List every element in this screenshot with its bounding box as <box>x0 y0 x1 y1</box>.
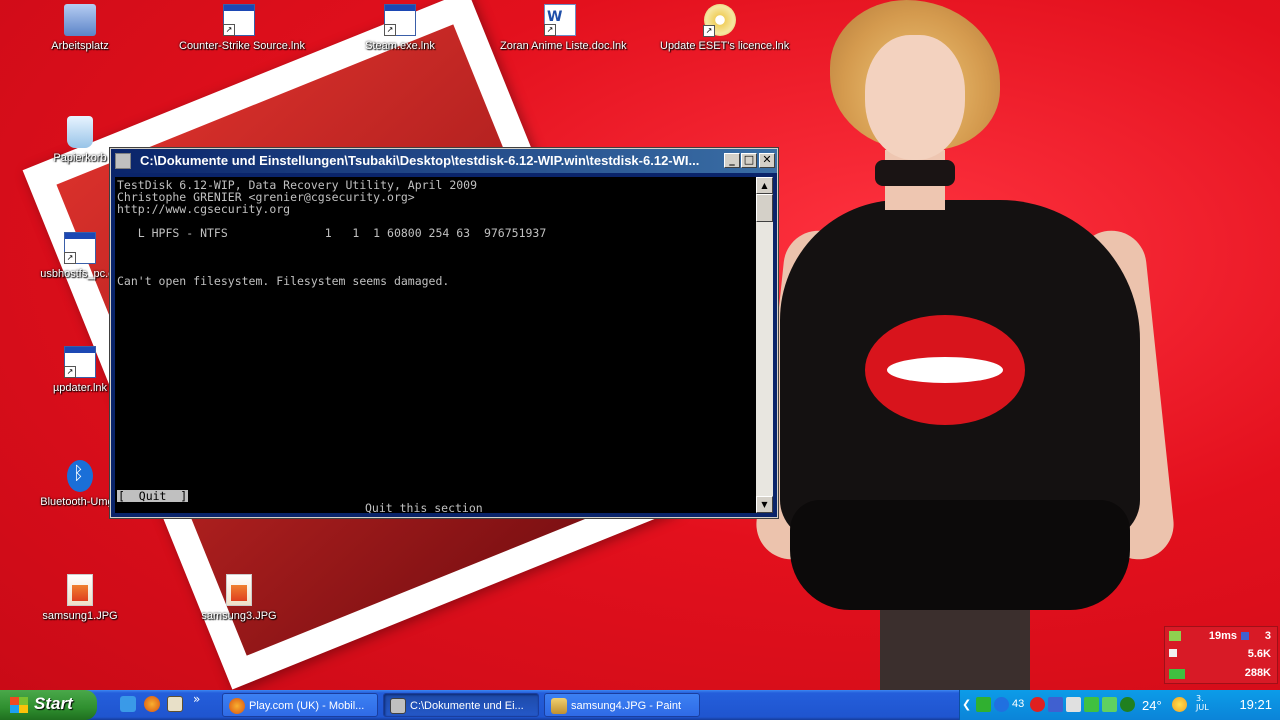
jpg-image-icon <box>226 574 252 606</box>
word-document-icon: ↗ <box>544 4 576 36</box>
wallpaper-figure-face <box>865 35 965 160</box>
wallpaper-figure-choker <box>875 160 955 186</box>
paint-icon <box>551 698 567 714</box>
wallpaper-figure-skirt <box>790 500 1130 610</box>
task-label: samsung4.JPG - Paint <box>571 700 682 712</box>
console-status-line: Quit this section <box>365 501 483 515</box>
quick-launch-overflow[interactable]: » <box>193 692 200 706</box>
wallpaper-figure <box>752 0 1178 690</box>
taskbar: Start » Play.com (UK) - Mobil... C:\Doku… <box>0 690 1280 720</box>
windows-logo-icon <box>10 697 28 713</box>
recycle-bin-icon <box>67 116 93 148</box>
tray-temperature: 43 <box>1012 698 1025 710</box>
shortcut-arrow-icon: ↗ <box>384 24 396 36</box>
console-client-area[interactable]: TestDisk 6.12-WIP, Data Recovery Utility… <box>115 177 757 515</box>
task-label: C:\Dokumente und Ei... <box>410 700 524 712</box>
desktop-icon-samsung3[interactable]: samsung3.JPG <box>179 574 299 622</box>
desktop-icon-label: Zoran Anime Liste.doc.lnk <box>500 40 627 52</box>
shortcut-icon: ↗ <box>384 4 416 36</box>
start-label: Start <box>34 694 73 713</box>
task-firefox[interactable]: Play.com (UK) - Mobil... <box>222 693 378 717</box>
vertical-scrollbar[interactable]: ▲ ▼ <box>756 177 773 513</box>
monitor-count: 3 <box>1264 630 1271 642</box>
tray-gpu-icon[interactable] <box>1120 697 1135 712</box>
scroll-up-button[interactable]: ▲ <box>756 177 773 194</box>
quit-button[interactable]: [ Quit ] <box>117 490 189 502</box>
tray-date: 3. JUL <box>1196 694 1209 712</box>
jpg-image-icon <box>67 574 93 606</box>
desktop-icon-zoran-anime-liste[interactable]: ↗ Zoran Anime Liste.doc.lnk <box>500 4 627 52</box>
my-computer-icon <box>64 4 96 36</box>
network-monitor-widget[interactable]: 19ms 3 5.6K 288K <box>1164 626 1278 684</box>
desktop-icon-label: Counter-Strike Source.lnk <box>179 40 305 52</box>
tray-monitor-icon[interactable] <box>1048 697 1063 712</box>
upload-rate: 5.6K <box>1247 648 1271 660</box>
minimize-button[interactable]: _ <box>724 153 740 168</box>
maximize-button[interactable]: □ <box>741 153 757 168</box>
shortcut-arrow-icon: ↗ <box>64 252 76 264</box>
console-output: TestDisk 6.12-WIP, Data Recovery Utility… <box>117 178 757 515</box>
download-rate: 288K <box>1244 667 1271 679</box>
application-icon: ↗ <box>64 346 96 378</box>
shortcut-arrow-icon: ↗ <box>223 24 235 36</box>
cd-icon: ↗ <box>703 4 736 37</box>
start-button[interactable]: Start <box>0 690 97 720</box>
desktop-icon-update-eset[interactable]: ↗ Update ESET's licence.lnk <box>660 4 790 52</box>
tray-network-icon[interactable] <box>994 697 1009 712</box>
firefox-icon <box>229 698 245 714</box>
tray-update-icon[interactable] <box>1102 697 1117 712</box>
tray-expand-icon[interactable]: ❮ <box>962 698 971 711</box>
wallpaper-dress-teeth <box>887 357 1003 383</box>
scroll-down-button[interactable]: ▼ <box>756 496 773 513</box>
shortcut-icon: ↗ <box>223 4 255 36</box>
console-window[interactable]: C:\Dokumente und Einstellungen\Tsubaki\D… <box>110 148 778 518</box>
console-icon[interactable] <box>115 153 131 169</box>
desktop-icon-arbeitsplatz[interactable]: Arbeitsplatz <box>20 4 140 52</box>
desktop-icon-label: Steam.exe.lnk <box>365 40 435 52</box>
tray-antivirus-icon[interactable] <box>1030 697 1045 712</box>
show-desktop-icon[interactable] <box>167 696 183 712</box>
tray-app-icon[interactable] <box>976 697 991 712</box>
desktop-icon-samsung1[interactable]: samsung1.JPG <box>20 574 140 622</box>
date-day: 3. <box>1196 694 1204 703</box>
console-line-partition: L HPFS - NTFS 1 1 1 60800 254 63 9767519… <box>117 226 547 240</box>
shortcut-arrow-icon: ↗ <box>544 24 556 36</box>
weather-temperature: 24° <box>1142 698 1162 713</box>
desktop-icon-counter-strike[interactable]: ↗ Counter-Strike Source.lnk <box>179 4 305 52</box>
desktop-icon-label: Update ESET's licence.lnk <box>660 40 790 52</box>
tray-safe-remove-icon[interactable] <box>1084 697 1099 712</box>
wallpaper-dress-lips <box>865 315 1025 425</box>
shortcut-arrow-icon: ↗ <box>703 25 715 37</box>
console-line-error: Can't open filesystem. Filesystem seems … <box>117 274 450 288</box>
sun-icon[interactable] <box>1172 697 1187 712</box>
date-month: JUL <box>1196 703 1209 712</box>
taskbar-clock[interactable]: 19:21 <box>1239 697 1272 712</box>
desktop-icon-label: samsung1.JPG <box>42 610 118 622</box>
console-icon <box>390 698 406 714</box>
task-console[interactable]: C:\Dokumente und Ei... <box>383 693 539 717</box>
firefox-icon[interactable] <box>144 696 160 712</box>
shortcut-arrow-icon: ↗ <box>64 366 76 378</box>
desktop-icon-label: Arbeitsplatz <box>51 40 109 52</box>
desktop-icon-steam[interactable]: ↗ Steam.exe.lnk <box>340 4 460 52</box>
task-label: Play.com (UK) - Mobil... <box>249 700 365 712</box>
tray-volume-icon[interactable] <box>1066 697 1081 712</box>
scrollbar-thumb[interactable] <box>756 194 773 222</box>
internet-explorer-icon[interactable] <box>120 696 136 712</box>
system-tray: ❮ 43 24° 3. JUL 19:21 <box>959 690 1280 720</box>
task-paint[interactable]: samsung4.JPG - Paint <box>544 693 700 717</box>
bluetooth-icon <box>67 460 93 492</box>
window-title: C:\Dokumente und Einstellungen\Tsubaki\D… <box>140 153 700 168</box>
console-line-url: http://www.cgsecurity.org <box>117 202 291 216</box>
window-titlebar[interactable]: C:\Dokumente und Einstellungen\Tsubaki\D… <box>111 149 777 173</box>
desktop-icon-label: samsung3.JPG <box>201 610 277 622</box>
application-icon: ↗ <box>64 232 96 264</box>
close-button[interactable]: ✕ <box>759 153 775 168</box>
